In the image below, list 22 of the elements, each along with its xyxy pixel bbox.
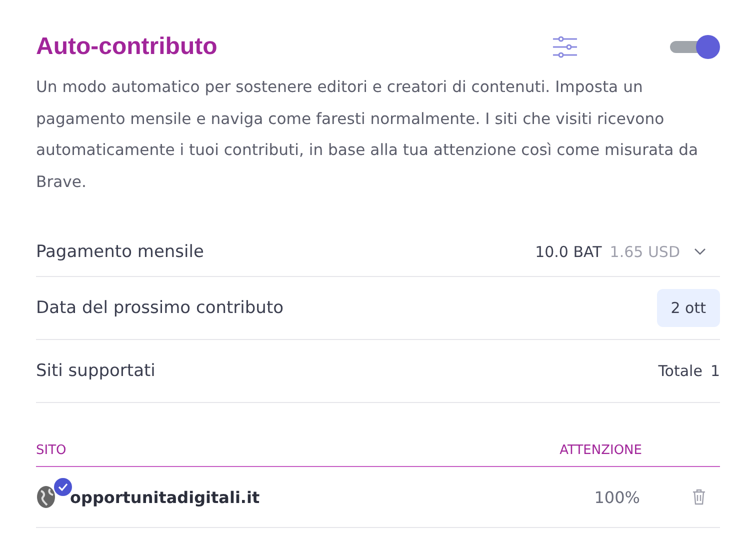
- delete-button[interactable]: [692, 489, 706, 505]
- column-header: SITO: [36, 443, 68, 458]
- bat-amount: 10.0 BAT: [535, 243, 602, 261]
- date-chip: 2 ott: [656, 289, 720, 327]
- settings-button[interactable]: [552, 36, 578, 58]
- settings-icon: [552, 36, 578, 58]
- trash-icon: [692, 489, 706, 505]
- total-count: 1: [710, 362, 720, 380]
- attention-value: 100%: [594, 488, 640, 506]
- toggle-switch[interactable]: [668, 35, 720, 59]
- description-text: Un modo automatico per sostenere editori e creatori di contenuti. Imposta un pagamento mensile e naviga come faresti normalmente. I siti che visiti ricevono automaticamente i tuoi contributi, in base alla tua attenzione così come misurata da Brave.: [36, 77, 700, 192]
- section-title: Auto-contributo: [36, 33, 218, 61]
- globe-icon: [36, 485, 56, 509]
- setting-label: Data del prossimo contributo: [36, 298, 285, 318]
- column-header: ATTENZIONE: [560, 443, 642, 458]
- setting-label: Pagamento mensile: [36, 242, 205, 262]
- site-name: opportunitadigitali.it: [70, 488, 261, 506]
- setting-label: Siti supportati: [36, 361, 156, 381]
- chevron-down-icon: [694, 248, 706, 256]
- dropdown-button[interactable]: [694, 248, 706, 256]
- total-label: Totale: [658, 362, 702, 380]
- usd-amount: 1.65 USD: [610, 243, 680, 261]
